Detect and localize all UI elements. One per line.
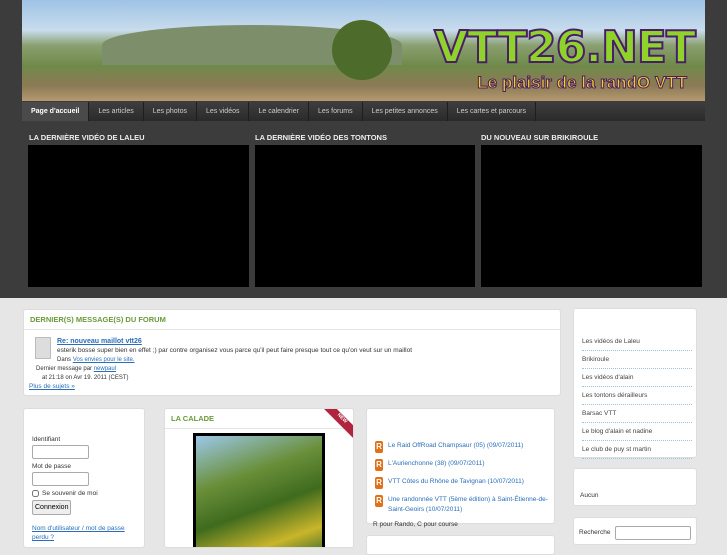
nav-photos[interactable]: Les photos [144,102,198,121]
events-box: R Le Raid OffRoad Champsaur (05) (09/07/2… [366,408,555,528]
next-box [366,535,555,555]
identifiant-label: Identifiant [32,436,61,443]
login-button[interactable]: Connexion [32,500,72,515]
event-link[interactable]: VTT Côtes du Rhône de Tavignan (10/07/20… [388,477,524,489]
password-input[interactable] [32,472,89,486]
video-player[interactable] [28,145,249,287]
site-slogan: Le plaisir de la randO VTT [477,73,688,93]
more-topics-link[interactable]: Plus de sujets » [29,383,75,390]
lost-password-link[interactable]: Nom d'utilisateur / mot de passe perdu ? [32,524,132,542]
link-item[interactable]: Brikiroule [582,351,692,369]
search-input[interactable] [615,525,692,540]
event-item[interactable]: R VTT Côtes du Rhône de Tavignan (10/07/2… [375,477,554,489]
event-item[interactable]: R Le Raid OffRoad Champsaur (05) (09/07/2… [375,441,554,453]
nav-calendar[interactable]: Le calendrier [249,102,309,121]
password-label: Mot de passe [32,463,72,470]
rando-icon: R [375,477,383,489]
avatar [35,337,51,359]
event-item[interactable]: R Une randonnée VTT (5ème édition) à Sain… [375,495,554,515]
video-player[interactable] [481,145,702,287]
banner-tree [332,20,392,80]
link-item[interactable]: Le club de puy st martin [582,441,692,459]
nav-maps[interactable]: Les cartes et parcours [448,102,537,121]
event-link[interactable]: L'Aurienchonne (38) (09/07/2011) [388,459,485,471]
site-logo[interactable]: VTT26.NET [433,21,697,74]
calade-box: LA CALADE NEW [164,408,354,548]
forum-post-link[interactable]: Re: nouveau maillot vtt26 [57,338,142,345]
calade-photo[interactable] [193,433,325,547]
rando-icon: R [375,495,383,507]
link-item[interactable]: Le blog d'alain et nadine [582,423,692,441]
header-banner: VTT26.NET Le plaisir de la randO VTT [22,0,705,101]
in-label: Dans [57,357,72,363]
search-box: Recherche [573,517,697,545]
video-player[interactable] [255,145,475,287]
aucun-text: Aucun [580,492,599,499]
video-title: DU NOUVEAU SUR BRIKIROULE [481,133,599,142]
last-by-label: Dernier message par [36,366,93,372]
nav-videos[interactable]: Les vidéos [197,102,250,121]
aucun-box: Aucun [573,468,697,506]
link-item[interactable]: Les vidéos d'alain [582,369,692,387]
main-nav: Page d'accueil Les articles Les photos L… [22,102,705,121]
nav-classifieds[interactable]: Les petites annonces [363,102,448,121]
username-input[interactable] [32,445,89,459]
nav-home[interactable]: Page d'accueil [22,102,90,121]
event-link[interactable]: Une randonnée VTT (5ème édition) à Saint… [388,495,548,515]
remember-label: Se souvenir de moi [42,490,98,497]
forum-box: DERNIER(S) MESSAGE(S) DU FORUM Re: nouve… [23,309,561,396]
rando-icon: R [375,441,383,453]
link-item[interactable]: Barsac VTT [582,405,692,423]
nav-articles[interactable]: Les articles [89,102,144,121]
forum-title: DERNIER(S) MESSAGE(S) DU FORUM [24,310,560,330]
events-note: R pour Rando, C pour course [373,521,458,528]
links-box: Les vidéos de Laleu Brikiroule Les vidéo… [573,308,697,459]
remember-checkbox[interactable] [32,490,39,497]
search-label: Recherche [579,529,611,536]
author-link[interactable]: newpaul [94,366,116,372]
event-link[interactable]: Le Raid OffRoad Champsaur (05) (09/07/20… [388,441,523,453]
video-title: LA DERNIÈRE VIDÉO DE LALEU [29,133,145,142]
link-item[interactable]: Les tontons dérailleurs [582,387,692,405]
rando-icon: R [375,459,383,471]
video-title: LA DERNIÈRE VIDÉO DES TONTONS [255,133,387,142]
calade-title: LA CALADE [165,409,353,429]
post-date: at 21:18 on Avr 19. 2011 (CEST) [42,375,129,381]
forum-category-link[interactable]: Vos envies pour le site. [73,357,135,363]
event-item[interactable]: R L'Aurienchonne (38) (09/07/2011) [375,459,554,471]
login-box: Identifiant Mot de passe Se souvenir de … [23,408,145,548]
forum-excerpt: esterik bosse super bien en effet ;) par… [57,347,413,354]
link-item[interactable]: Les vidéos de Laleu [582,333,692,351]
nav-forums[interactable]: Les forums [309,102,363,121]
